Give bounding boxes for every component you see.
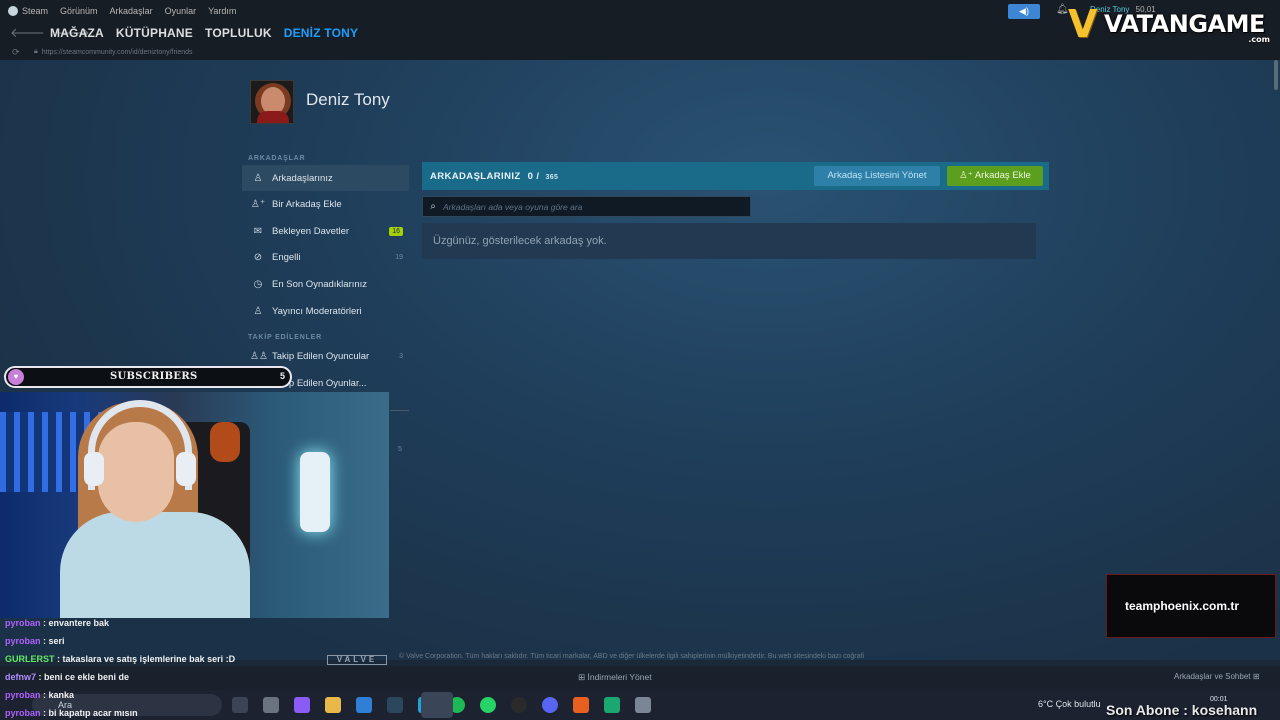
profile-name[interactable]: Deniz Tony: [306, 90, 390, 110]
store-icon[interactable]: [263, 697, 279, 713]
url-text[interactable]: https://steamcommunity.com/id/deniztony/…: [42, 49, 193, 56]
webcam-feed: [0, 392, 389, 618]
promo-text: teamphoenix.com.tr: [1125, 599, 1240, 613]
vatangame-logo: V VATANGAME .com: [1068, 2, 1270, 46]
friends-title: ARKADAŞLARINIZ 0 / 365: [430, 170, 559, 182]
megaphone-icon: ◀): [1019, 6, 1029, 16]
person-icon: ♙: [253, 172, 263, 184]
sidebar-item-broadcast-moderators[interactable]: ♙ Yayıncı Moderatörleri: [242, 298, 409, 324]
friends-search-input[interactable]: [443, 201, 743, 212]
chat-message: pyroban : envantere bak: [5, 618, 110, 628]
nav-library[interactable]: KÜTÜPHANE: [116, 26, 193, 40]
reload-icon[interactable]: ⟳: [0, 47, 34, 58]
scrollbar-thumb[interactable]: [1274, 60, 1278, 90]
discord-icon[interactable]: [542, 697, 558, 713]
stream-chat: pyroban : envantere bak pyroban : seri G…: [5, 614, 235, 720]
sidebar-item-pending-invites[interactable]: ✉ Bekleyen Davetler 16: [242, 218, 409, 244]
weather-widget[interactable]: 6°C Çok bulutlu: [1038, 699, 1101, 709]
menu-steam[interactable]: Steam: [0, 6, 54, 16]
chat-message: pyroban : bi kapatıp acar mısın: [5, 708, 138, 718]
empty-friends-message: Üzgünüz, gösterilecek arkadaş yok.: [422, 223, 1036, 259]
taskbar-active-indicator: [421, 692, 453, 718]
outlook-icon[interactable]: [356, 697, 372, 713]
sidebar-item-recently-played[interactable]: ◷ En Son Oynadıklarınız: [242, 271, 409, 297]
sidebar-divider: [390, 410, 409, 411]
blocked-count: 19: [395, 253, 403, 261]
nav-store[interactable]: MAĞAZA: [50, 26, 104, 40]
sidebar-item-your-friends[interactable]: ♙ Arkadaşlarınız: [242, 165, 409, 191]
last-subscriber: Son Abone : kosehann: [1106, 702, 1258, 718]
add-friend-button[interactable]: ♙⁺ Arkadaş Ekle: [947, 166, 1043, 186]
menu-games[interactable]: Oyunlar: [159, 6, 203, 16]
friends-count: 0: [527, 170, 534, 182]
explorer-icon[interactable]: [325, 697, 341, 713]
lock-icon: 🔒︎: [34, 48, 38, 55]
search-icon: ⌕: [430, 201, 436, 212]
chat-message: pyroban : kanka: [5, 690, 75, 700]
clock-icon: ◷: [253, 278, 263, 290]
window-icon[interactable]: [635, 697, 651, 713]
avatar[interactable]: [250, 80, 294, 124]
copyright-text: © Valve Corporation. Tüm hakları saklıdı…: [399, 653, 865, 660]
person-add-icon: ♙⁺: [250, 198, 266, 210]
notification-bell-icon[interactable]: 🔔︎: [1056, 4, 1069, 15]
sidebar-count: 5: [398, 446, 402, 453]
valve-logo[interactable]: VALVE: [327, 655, 387, 665]
envelope-icon: ✉: [253, 225, 263, 237]
chat-message: pyroban : seri: [5, 636, 65, 646]
heart-icon: ♥: [8, 369, 24, 385]
friends-chat-button[interactable]: Arkadaşlar ve Sohbet ⊞: [1174, 672, 1259, 681]
promo-banner: teamphoenix.com.tr: [1106, 574, 1276, 638]
menu-friends[interactable]: Arkadaşlar: [104, 6, 159, 16]
menu-view[interactable]: Görünüm: [54, 6, 104, 16]
sidebar-section-following: TAKİP EDİLENLER: [248, 334, 322, 341]
person-icon: ♙: [253, 305, 263, 317]
steam-logo-icon: [8, 6, 18, 16]
friends-total: 365: [545, 173, 559, 181]
friends-separator: /: [536, 170, 540, 182]
nav-community[interactable]: TOPLULUK: [205, 26, 272, 40]
chat-message: defnw7 : beni ce ekle beni de: [5, 672, 130, 682]
sidebar-item-add-friend[interactable]: ♙⁺ Bir Arkadaş Ekle: [242, 191, 409, 217]
broadcast-button[interactable]: ◀): [1008, 4, 1040, 19]
person-add-icon: ♙⁺: [959, 170, 975, 181]
pending-invites-badge: 16: [389, 226, 403, 236]
subscribers-label: SUBSCRIBERS: [110, 371, 198, 382]
url-bar: ⟳ 🔒︎ https://steamcommunity.com/id/deniz…: [0, 44, 1280, 60]
sidebar-item-blocked[interactable]: ⊘ Engelli 19: [242, 244, 409, 270]
menu-help[interactable]: Yardım: [202, 6, 242, 16]
copilot-icon[interactable]: [294, 697, 310, 713]
blocked-icon: ⊘: [253, 251, 263, 263]
friends-search[interactable]: ⌕: [422, 196, 751, 217]
manage-friends-list-button[interactable]: Arkadaş Listesini Yönet: [814, 166, 940, 186]
chat-icon: ⊞: [1252, 672, 1260, 681]
game-icon[interactable]: [604, 697, 620, 713]
sidebar-section-friends: ARKADAŞLAR: [248, 155, 306, 162]
obs-icon[interactable]: [511, 697, 527, 713]
nav-profile[interactable]: DENİZ TONY: [284, 26, 358, 40]
chat-message: GURLERST : takaslara ve satış işlemlerin…: [5, 654, 236, 664]
manage-downloads-button[interactable]: ⊞ İndirmeleri Yönet: [578, 672, 652, 683]
whatsapp-icon[interactable]: [480, 697, 496, 713]
subscriber-goal-bar: ♥ SUBSCRIBERS 5: [4, 366, 292, 388]
steam-icon[interactable]: [387, 697, 403, 713]
people-icon: ♙♙: [250, 350, 268, 362]
back-arrow-icon[interactable]: 🡐: [10, 25, 45, 41]
subscribers-count: 5: [280, 371, 286, 381]
followed-players-count: 3: [399, 352, 403, 360]
app-icon[interactable]: [573, 697, 589, 713]
